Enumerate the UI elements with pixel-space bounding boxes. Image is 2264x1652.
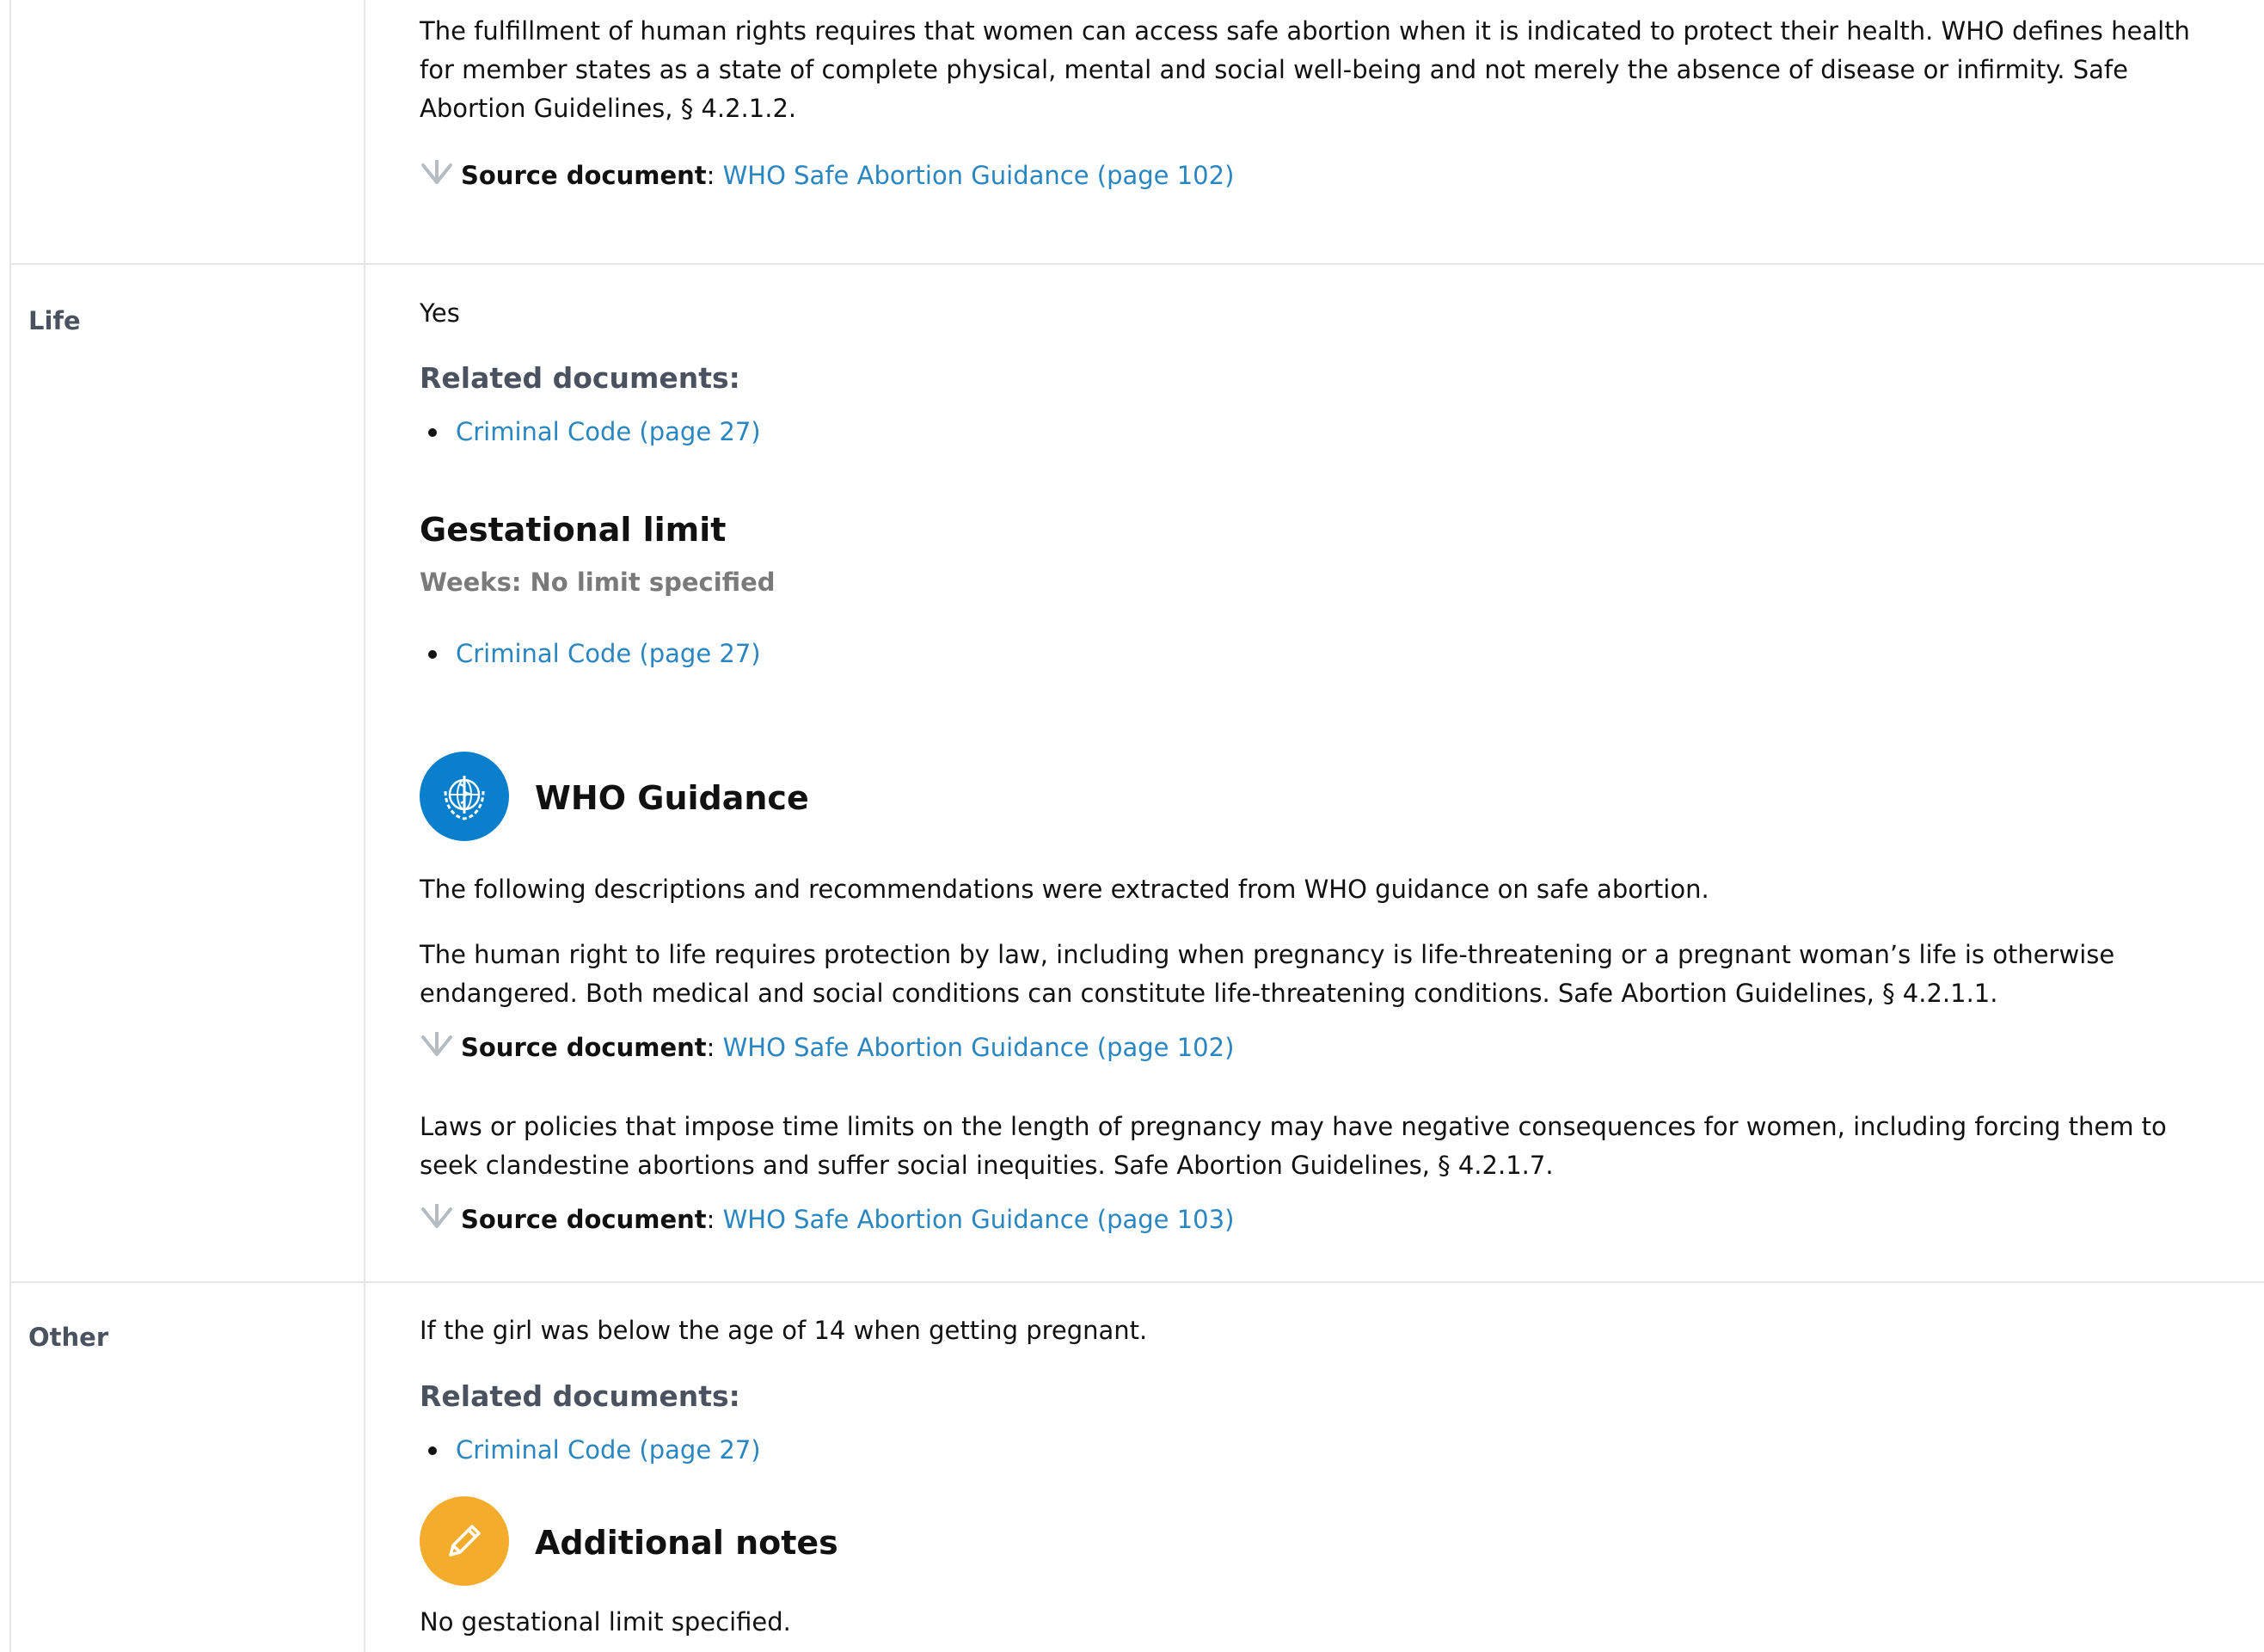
row-content: The fulfillment of human rights requires… bbox=[420, 0, 2264, 263]
who-guidance-paragraph: The human right to life requires protect… bbox=[420, 940, 2115, 1008]
row-top-section: The fulfillment of human rights requires… bbox=[9, 0, 2264, 265]
gestational-weeks: Weeks: No limit specified bbox=[420, 568, 776, 597]
download-arrow-icon[interactable] bbox=[420, 1202, 461, 1238]
row-label-other: Other bbox=[28, 1323, 109, 1352]
list-item: Criminal Code (page 27) bbox=[420, 636, 761, 671]
additional-notes-title: Additional notes bbox=[535, 1524, 838, 1562]
source-document-link[interactable]: WHO Safe Abortion Guidance (page 102) bbox=[723, 161, 1235, 190]
related-document-link[interactable]: Criminal Code (page 27) bbox=[456, 417, 761, 446]
source-document-label: Source document bbox=[461, 161, 707, 190]
download-arrow-icon[interactable] bbox=[420, 1030, 461, 1066]
source-document-line: Source document: WHO Safe Abortion Guida… bbox=[420, 1030, 1234, 1066]
row-divider bbox=[364, 0, 365, 263]
source-document-label: Source document bbox=[461, 1205, 707, 1234]
related-documents-heading: Related documents: bbox=[420, 1379, 740, 1413]
row-other: Other If the girl was below the age of 1… bbox=[9, 1283, 2264, 1652]
who-emblem-icon bbox=[420, 752, 509, 841]
who-guidance-intro: The following descriptions and recommend… bbox=[420, 875, 1709, 904]
source-document-label: Source document bbox=[461, 1033, 707, 1062]
row-label-life: Life bbox=[28, 306, 81, 335]
page: The fulfillment of human rights requires… bbox=[0, 0, 2264, 1652]
source-document-link[interactable]: WHO Safe Abortion Guidance (page 103) bbox=[723, 1205, 1235, 1234]
related-documents-list: Criminal Code (page 27) bbox=[420, 1433, 761, 1467]
row-divider bbox=[364, 265, 365, 1281]
row-content: Yes Related documents: Criminal Code (pa… bbox=[420, 265, 2264, 1281]
related-document-link[interactable]: Criminal Code (page 27) bbox=[456, 1435, 761, 1465]
additional-notes-text: No gestational limit specified. bbox=[420, 1607, 791, 1637]
pencil-icon bbox=[420, 1496, 509, 1586]
related-documents-heading: Related documents: bbox=[420, 361, 740, 395]
who-guidance-paragraph: The fulfillment of human rights requires… bbox=[420, 16, 2190, 123]
row-divider bbox=[364, 1283, 365, 1652]
other-answer: If the girl was below the age of 14 when… bbox=[420, 1316, 1148, 1345]
gestational-limit-heading: Gestational limit bbox=[420, 511, 727, 549]
who-guidance-paragraph: Laws or policies that impose time limits… bbox=[420, 1112, 2167, 1180]
gestational-document-link[interactable]: Criminal Code (page 27) bbox=[456, 639, 761, 668]
download-arrow-icon[interactable] bbox=[420, 158, 461, 194]
list-item: Criminal Code (page 27) bbox=[420, 415, 761, 449]
gestational-documents-list: Criminal Code (page 27) bbox=[420, 636, 761, 671]
source-document-line: Source document: WHO Safe Abortion Guida… bbox=[420, 158, 1234, 194]
life-answer: Yes bbox=[420, 298, 460, 328]
who-guidance-title: WHO Guidance bbox=[535, 779, 809, 817]
source-document-line: Source document: WHO Safe Abortion Guida… bbox=[420, 1202, 1234, 1238]
row-content: If the girl was below the age of 14 when… bbox=[420, 1283, 2264, 1652]
source-document-link[interactable]: WHO Safe Abortion Guidance (page 102) bbox=[723, 1033, 1235, 1062]
related-documents-list: Criminal Code (page 27) bbox=[420, 415, 761, 449]
row-life: Life Yes Related documents: Criminal Cod… bbox=[9, 265, 2264, 1283]
list-item: Criminal Code (page 27) bbox=[420, 1433, 761, 1467]
